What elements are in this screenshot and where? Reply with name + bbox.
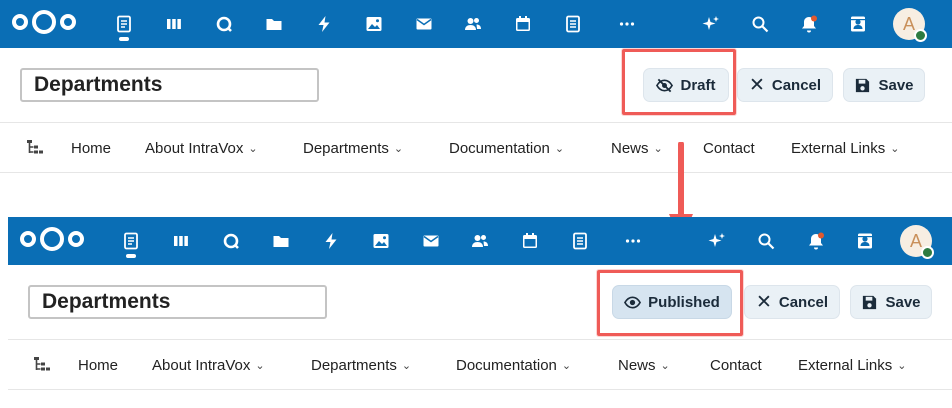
mail-icon[interactable] — [421, 231, 441, 251]
nextcloud-logo[interactable] — [20, 227, 84, 251]
site-navigation: Home About IntraVox ⌄ Departments ⌄ Docume… — [0, 123, 952, 173]
chevron-down-icon: ⌄ — [561, 359, 572, 372]
nav-item-news[interactable]: News ⌄ — [618, 340, 670, 390]
user-avatar[interactable]: A — [900, 225, 934, 259]
cancel-button[interactable]: ✕ Cancel — [744, 285, 840, 319]
site-navigation: Home About IntraVox ⌄ Departments ⌄ Docume… — [8, 340, 952, 390]
nav-item-departments[interactable]: Departments ⌄ — [303, 123, 403, 173]
photos-icon[interactable] — [371, 231, 391, 251]
assistant-icon[interactable] — [707, 231, 727, 251]
mail-icon[interactable] — [414, 14, 434, 34]
sitemap-icon[interactable] — [33, 356, 51, 374]
talk-icon[interactable] — [221, 231, 241, 251]
contacts-icon[interactable] — [470, 231, 490, 251]
save-icon — [863, 295, 877, 309]
more-apps-icon[interactable] — [623, 231, 643, 251]
nav-item-external-links[interactable]: External Links ⌄ — [791, 123, 899, 173]
page-title-input[interactable]: Departments — [28, 285, 327, 319]
user-avatar[interactable]: A — [893, 8, 927, 42]
cancel-label: Cancel — [778, 293, 829, 311]
nextcloud-logo[interactable] — [12, 10, 76, 34]
contacts-menu-icon[interactable] — [855, 231, 875, 251]
files-icon[interactable] — [264, 14, 284, 34]
nav-item-departments[interactable]: Departments ⌄ — [311, 340, 411, 390]
save-label: Save — [885, 293, 921, 311]
more-apps-icon[interactable] — [617, 14, 637, 34]
nav-item-about[interactable]: About IntraVox ⌄ — [145, 123, 258, 173]
deck-icon[interactable] — [171, 231, 191, 251]
chevron-down-icon: ⌄ — [660, 359, 670, 372]
intravox-icon[interactable] — [121, 231, 141, 251]
nav-item-external-links[interactable]: External Links ⌄ — [798, 340, 906, 390]
save-button[interactable]: Save — [850, 285, 932, 319]
avatar-initial: A — [902, 13, 915, 34]
chevron-down-icon: ⌄ — [897, 359, 907, 372]
chevron-down-icon: ⌄ — [554, 142, 565, 155]
nav-item-home[interactable]: Home — [71, 123, 111, 173]
calendar-icon[interactable] — [520, 231, 540, 251]
close-icon: ✕ — [748, 74, 765, 96]
sitemap-icon[interactable] — [26, 139, 44, 157]
online-status-icon — [921, 246, 934, 259]
chevron-down-icon: ⌄ — [401, 359, 412, 372]
notifications-icon[interactable] — [799, 14, 819, 34]
save-button[interactable]: Save — [843, 68, 925, 102]
nav-item-documentation[interactable]: Documentation ⌄ — [449, 123, 564, 173]
page-title-input[interactable]: Departments — [20, 68, 319, 102]
nav-item-home[interactable]: Home — [78, 340, 118, 390]
nav-item-documentation[interactable]: Documentation ⌄ — [456, 340, 571, 390]
editor-panel-published: A Departments Published ✕ Cancel Save Ho… — [0, 217, 952, 408]
assistant-icon[interactable] — [701, 14, 721, 34]
nav-item-news[interactable]: News ⌄ — [611, 123, 663, 173]
notifications-icon[interactable] — [806, 231, 826, 251]
photos-icon[interactable] — [364, 14, 384, 34]
chevron-down-icon: ⌄ — [393, 142, 404, 155]
nav-item-contact[interactable]: Contact — [710, 340, 762, 390]
chevron-down-icon: ⌄ — [890, 142, 900, 155]
contacts-icon[interactable] — [463, 14, 483, 34]
cancel-button[interactable]: ✕ Cancel — [737, 68, 833, 102]
chevron-down-icon: ⌄ — [255, 359, 265, 372]
notes-icon[interactable] — [563, 14, 583, 34]
online-status-icon — [914, 29, 927, 42]
search-icon[interactable] — [756, 231, 776, 251]
calendar-icon[interactable] — [513, 14, 533, 34]
deck-icon[interactable] — [164, 14, 184, 34]
active-app-indicator — [126, 254, 136, 258]
chevron-down-icon: ⌄ — [653, 142, 663, 155]
contacts-menu-icon[interactable] — [848, 14, 868, 34]
top-header-bar: A — [0, 0, 952, 48]
avatar-initial: A — [909, 230, 922, 251]
nav-divider-bottom — [8, 389, 952, 390]
close-icon: ✕ — [755, 291, 772, 313]
bottom-header-bar: A — [8, 217, 952, 265]
nav-item-contact[interactable]: Contact — [703, 123, 755, 173]
intravox-icon[interactable] — [114, 14, 134, 34]
draft-highlight-box — [622, 49, 736, 115]
nav-item-about[interactable]: About IntraVox ⌄ — [152, 340, 265, 390]
activity-icon[interactable] — [321, 231, 341, 251]
active-app-indicator — [119, 37, 129, 41]
cancel-label: Cancel — [771, 76, 822, 94]
talk-icon[interactable] — [214, 14, 234, 34]
activity-icon[interactable] — [314, 14, 334, 34]
files-icon[interactable] — [271, 231, 291, 251]
chevron-down-icon: ⌄ — [248, 142, 258, 155]
editor-content: Departments Draft ✕ Cancel Save Home Abo… — [0, 48, 952, 173]
editor-content: Departments Published ✕ Cancel Save Home… — [8, 265, 952, 408]
editor-panel-draft: A Departments Draft ✕ Cancel Save Home A… — [0, 0, 952, 173]
published-highlight-box — [597, 270, 743, 336]
save-icon — [856, 78, 870, 92]
nav-divider-bottom — [0, 172, 952, 173]
save-label: Save — [878, 76, 914, 94]
search-icon[interactable] — [750, 14, 770, 34]
notes-icon[interactable] — [570, 231, 590, 251]
